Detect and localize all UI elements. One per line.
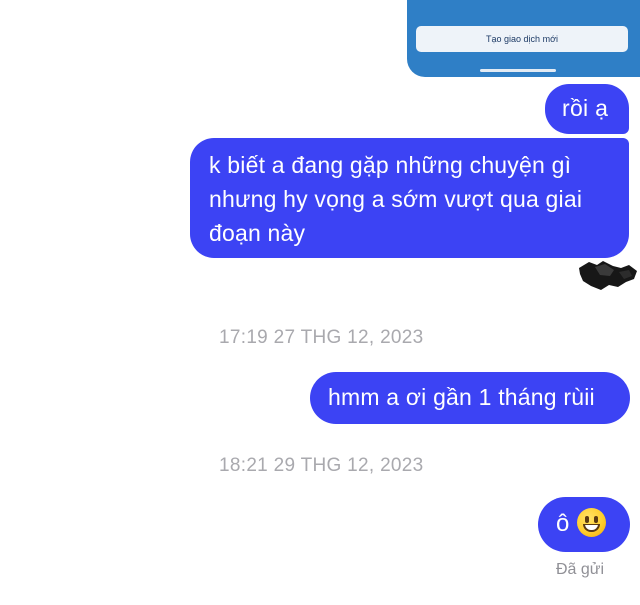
message-text: ô <box>556 510 570 537</box>
grinning-face-icon <box>577 508 607 537</box>
avatar-image <box>579 261 637 290</box>
home-indicator-in-image <box>480 69 556 72</box>
seen-avatar <box>577 259 639 292</box>
message-bubble[interactable]: k biết a đang gặp những chuyện gì nhưng … <box>190 138 629 258</box>
message-text: hmm a ơi gần 1 tháng rùii <box>328 384 595 410</box>
message-text: rồi ạ <box>562 95 609 121</box>
shared-screenshot-image[interactable]: Tạo giao dịch mới <box>407 0 640 77</box>
message-timestamp: 17:19 27 THG 12, 2023 <box>219 327 424 348</box>
message-bubble[interactable]: rồi ạ <box>545 84 629 134</box>
message-bubble[interactable]: ô <box>538 497 630 552</box>
new-transaction-button-in-image: Tạo giao dịch mới <box>416 26 628 52</box>
message-timestamp: 18:21 29 THG 12, 2023 <box>219 455 424 476</box>
chat-screen: Tạo giao dịch mới rồi ạ k biết a đang gặ… <box>0 0 640 605</box>
message-text: k biết a đang gặp những chuyện gì nhưng … <box>209 152 583 246</box>
sent-status: Đã gửi <box>556 561 605 578</box>
message-bubble[interactable]: hmm a ơi gần 1 tháng rùii <box>310 372 630 424</box>
